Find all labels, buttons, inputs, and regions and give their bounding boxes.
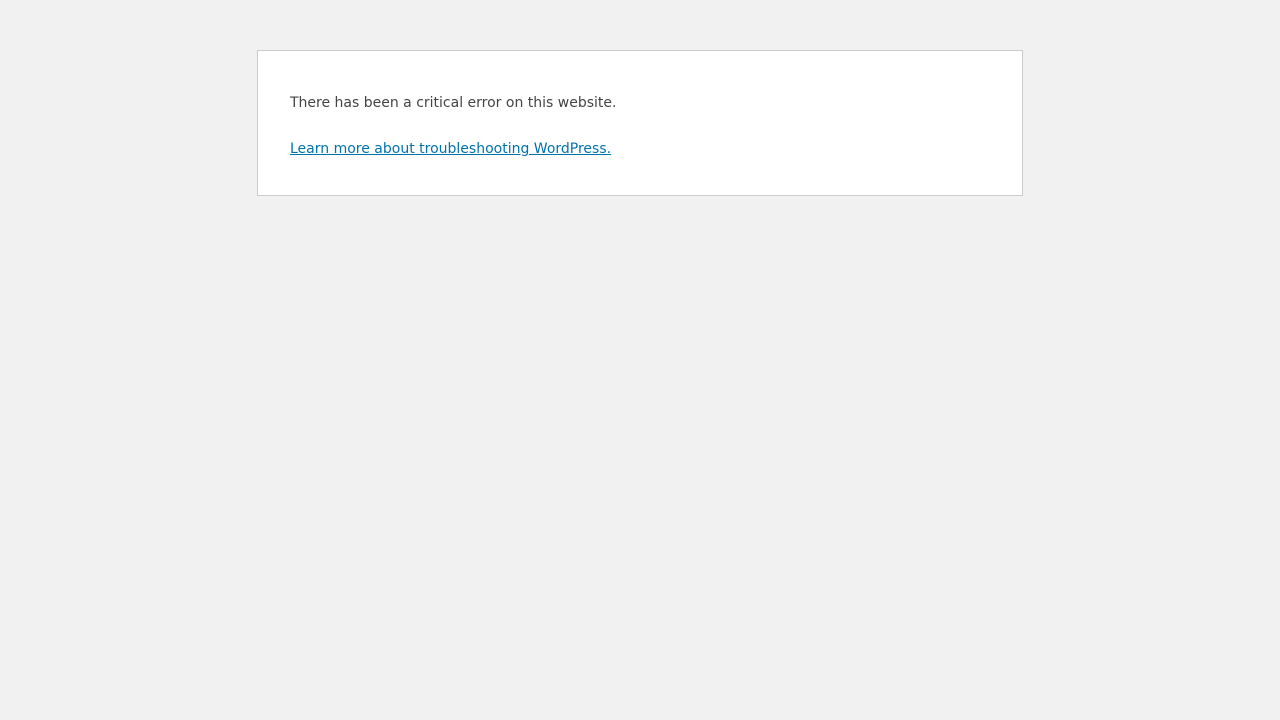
error-page: { "page": { "message": "There has been a…: [0, 0, 1280, 720]
error-panel: There has been a critical error on this …: [257, 50, 1023, 196]
troubleshooting-link[interactable]: Learn more about troubleshooting WordPre…: [290, 139, 611, 159]
error-message: There has been a critical error on this …: [290, 95, 617, 111]
